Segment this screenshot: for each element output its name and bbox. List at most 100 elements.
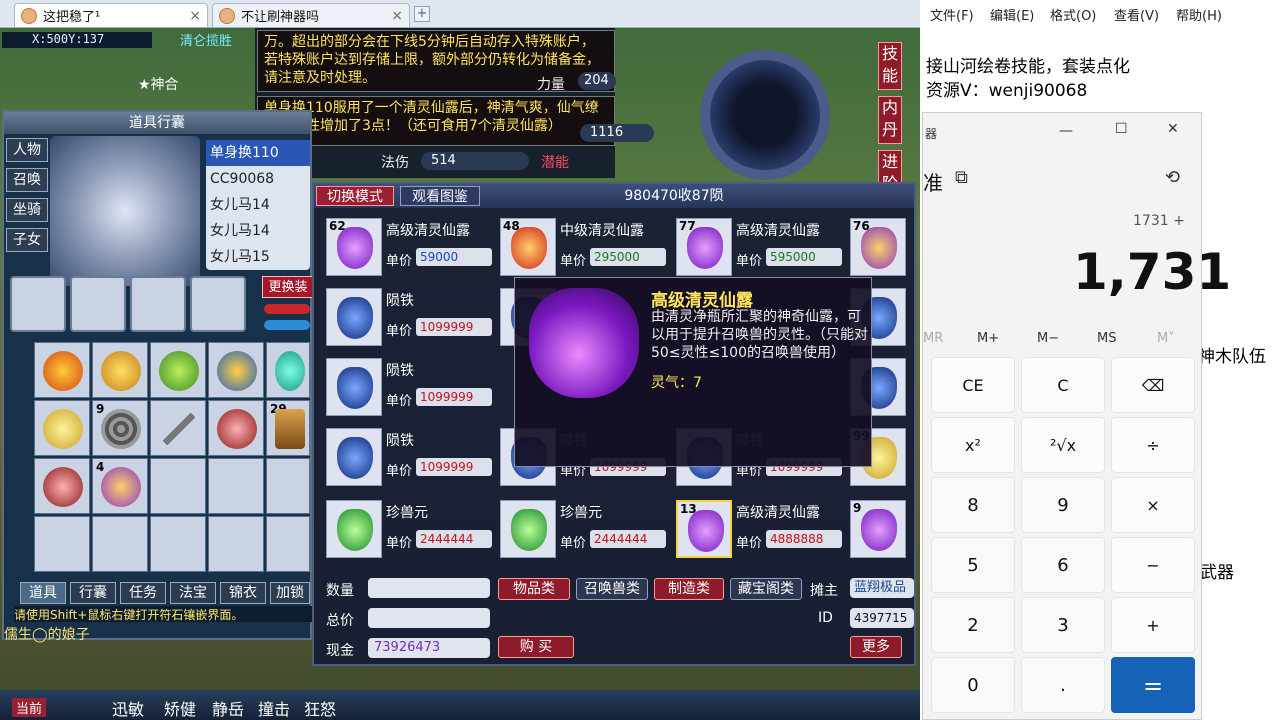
inventory-slot[interactable] — [34, 458, 90, 514]
menu-help[interactable]: 帮助(H) — [1176, 5, 1222, 24]
quantity-input[interactable] — [368, 578, 490, 598]
key-equals[interactable]: = — [1111, 657, 1195, 713]
shop-item-card[interactable]: 9 — [850, 500, 910, 562]
key-6[interactable]: 6 — [1021, 537, 1105, 593]
memory-subtract-button[interactable]: M− — [1037, 331, 1059, 346]
tab-treasures[interactable]: 法宝 — [170, 582, 216, 604]
shop-item-card[interactable]: 珍兽元 单价 2444444 — [326, 500, 494, 562]
shop-item-card-selected[interactable]: 13 高级清灵仙露 单价 4888888 — [676, 500, 844, 562]
tab-summon[interactable]: 召唤 — [6, 168, 48, 192]
key-divide[interactable]: ÷ — [1111, 417, 1195, 473]
pet-list-item[interactable]: CC90068 — [206, 166, 310, 192]
skill-button[interactable]: 技能 — [878, 42, 902, 90]
shop-item-card[interactable]: 76 — [850, 218, 910, 280]
shop-item-card[interactable]: 62 高级清灵仙露 单价 59000 — [326, 218, 494, 280]
shop-item-card[interactable]: 陨铁单价1099999 — [326, 358, 494, 420]
shop-item-card[interactable]: 陨铁单价1099999 — [326, 288, 494, 350]
memory-store-button[interactable]: MS — [1097, 331, 1116, 346]
switch-mode-button[interactable]: 切换模式 — [316, 186, 394, 206]
browser-tab[interactable]: 不让刷神器吗 × — [212, 3, 410, 27]
inventory-slot[interactable]: 4 — [92, 458, 148, 514]
tab-outfits[interactable]: 锦衣 — [220, 582, 266, 604]
memory-add-button[interactable]: M+ — [977, 331, 999, 346]
key-decimal[interactable]: . — [1021, 657, 1105, 713]
inventory-slot[interactable] — [34, 342, 90, 398]
memory-recall-button[interactable]: MR — [923, 331, 943, 346]
skill-label[interactable]: 静岳 — [212, 696, 244, 720]
keep-on-top-icon[interactable]: ⧉ — [955, 167, 968, 188]
view-catalog-button[interactable]: 观看图鉴 — [400, 186, 480, 206]
inventory-slot[interactable] — [150, 516, 206, 572]
equip-slot-armor[interactable] — [130, 276, 186, 332]
equip-slot-accessory[interactable] — [190, 276, 246, 332]
menu-file[interactable]: 文件(F) — [930, 5, 974, 24]
tab-character[interactable]: 人物 — [6, 138, 48, 162]
inventory-slot[interactable]: 9 — [92, 400, 148, 456]
key-sqrt[interactable]: ²√x — [1021, 417, 1105, 473]
shop-item-card[interactable]: 77 高级清灵仙露 单价 595000 — [676, 218, 844, 280]
category-items-button[interactable]: 物品类 — [498, 578, 570, 600]
menu-view[interactable]: 查看(V) — [1114, 5, 1159, 24]
inventory-slot[interactable] — [92, 516, 148, 572]
key-2[interactable]: 2 — [931, 597, 1015, 653]
memory-list-button[interactable]: M˅ — [1157, 331, 1175, 346]
inventory-slot[interactable] — [150, 458, 206, 514]
inventory-slot[interactable] — [208, 458, 264, 514]
skill-label[interactable]: 撞击 — [258, 696, 290, 720]
tab-close-icon[interactable]: × — [391, 8, 403, 24]
shop-item-card[interactable]: 珍兽元 单价 2444444 — [500, 500, 668, 562]
tab-mount[interactable]: 坐骑 — [6, 198, 48, 222]
category-summons-button[interactable]: 召唤兽类 — [576, 578, 648, 600]
key-c[interactable]: C — [1021, 357, 1105, 413]
inner-core-button[interactable]: 内丹 — [878, 96, 902, 144]
key-9[interactable]: 9 — [1021, 477, 1105, 533]
key-backspace[interactable]: ⌫ — [1111, 357, 1195, 413]
category-crafting-button[interactable]: 制造类 — [654, 578, 724, 600]
change-equipment-button[interactable]: 更换装 — [262, 276, 314, 298]
maximize-button[interactable]: ☐ — [1115, 121, 1128, 137]
inventory-slot[interactable] — [208, 342, 264, 398]
browser-tab[interactable]: 这把稳了¹ × — [14, 3, 208, 27]
inventory-slot[interactable] — [208, 516, 264, 572]
pet-list-item[interactable]: 单身换110 — [206, 140, 310, 166]
inventory-slot[interactable] — [266, 516, 310, 572]
new-tab-button[interactable]: + — [414, 6, 430, 22]
key-add[interactable]: + — [1111, 597, 1195, 653]
skill-label[interactable]: 迅敏 — [112, 696, 144, 720]
inventory-slot[interactable] — [150, 400, 206, 456]
pet-list-item[interactable]: 女儿马14 — [206, 192, 310, 218]
shop-item-card[interactable]: 48 中级清灵仙露 单价 295000 — [500, 218, 668, 280]
menu-format[interactable]: 格式(O) — [1050, 5, 1096, 24]
key-ce[interactable]: CE — [931, 357, 1015, 413]
shop-item-card[interactable]: 陨铁单价1099999 — [326, 428, 494, 490]
key-subtract[interactable]: − — [1111, 537, 1195, 593]
inventory-slot[interactable] — [34, 516, 90, 572]
tab-quests[interactable]: 任务 — [120, 582, 166, 604]
key-8[interactable]: 8 — [931, 477, 1015, 533]
tab-lock[interactable]: 加锁 — [270, 582, 310, 604]
history-icon[interactable]: ⟲ — [1165, 167, 1180, 188]
minimize-button[interactable]: — — [1059, 123, 1073, 139]
inventory-slot[interactable] — [208, 400, 264, 456]
key-5[interactable]: 5 — [931, 537, 1015, 593]
more-button[interactable]: 更多 — [850, 636, 902, 658]
key-square[interactable]: x² — [931, 417, 1015, 473]
close-button[interactable]: ✕ — [1167, 121, 1179, 137]
inventory-slot[interactable] — [150, 342, 206, 398]
menu-edit[interactable]: 编辑(E) — [990, 5, 1034, 24]
pet-list-item[interactable]: 女儿马14 — [206, 218, 310, 244]
skill-label[interactable]: 矫健 — [164, 696, 196, 720]
tab-backpack[interactable]: 行囊 — [70, 582, 116, 604]
key-0[interactable]: 0 — [931, 657, 1015, 713]
inventory-slot[interactable] — [266, 342, 310, 398]
tab-close-icon[interactable]: × — [189, 8, 201, 24]
buy-button[interactable]: 购 买 — [498, 636, 574, 658]
skill-label[interactable]: 狂怒 — [304, 696, 336, 720]
key-3[interactable]: 3 — [1021, 597, 1105, 653]
equip-slot-boots[interactable] — [70, 276, 126, 332]
category-treasure-button[interactable]: 藏宝阁类 — [730, 578, 802, 600]
inventory-slot[interactable]: 29 — [266, 400, 310, 456]
inventory-slot[interactable] — [266, 458, 310, 514]
inventory-slot[interactable] — [92, 342, 148, 398]
equip-slot-weapon[interactable] — [10, 276, 66, 332]
